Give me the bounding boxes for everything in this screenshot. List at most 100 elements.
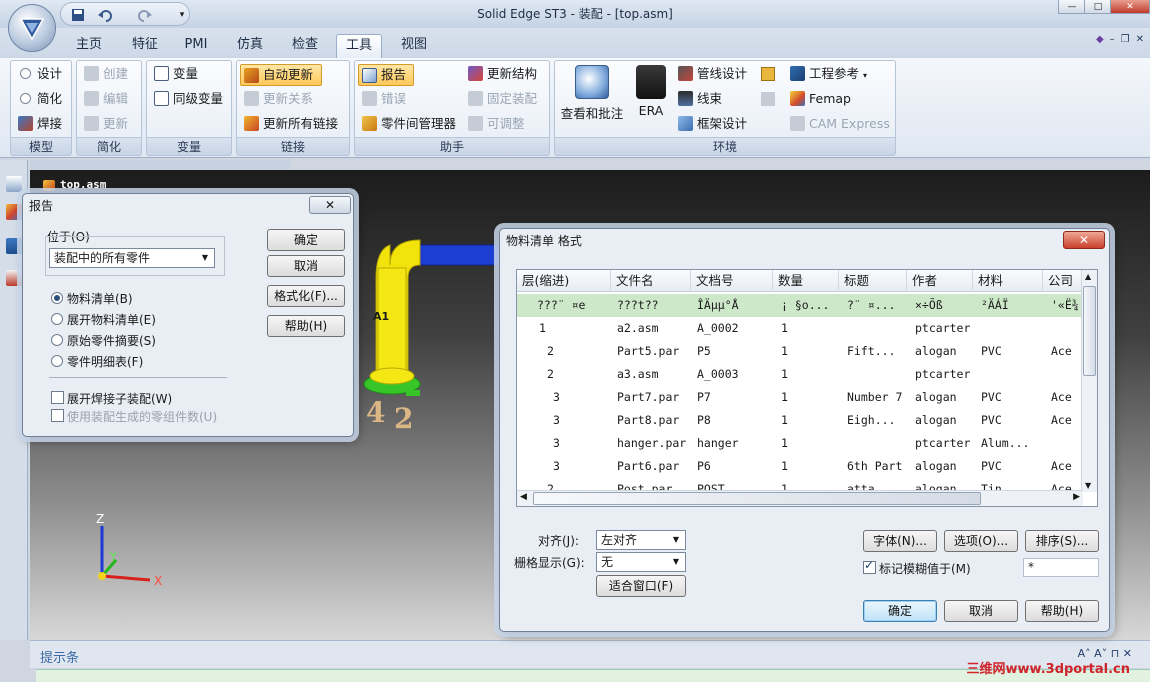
- col-author[interactable]: 作者: [907, 270, 973, 292]
- engineering-reference-button[interactable]: 工程参考 ▾: [787, 63, 867, 85]
- adjustable-button[interactable]: 可调整: [465, 113, 525, 135]
- hscroll-thumb[interactable]: [533, 492, 981, 505]
- col-docnumber[interactable]: 文档号: [691, 270, 773, 292]
- feature-library-icon[interactable]: [6, 270, 22, 286]
- scroll-right-icon[interactable]: ▶: [1073, 492, 1080, 502]
- layers-icon[interactable]: [6, 204, 22, 220]
- parts-library-icon[interactable]: [6, 238, 22, 254]
- grid-select[interactable]: 无 ▼: [596, 552, 686, 572]
- align-select[interactable]: 左对齐 ▼: [596, 530, 686, 550]
- maximize-button[interactable]: □: [1084, 0, 1112, 14]
- table-row[interactable]: 3 Part6.par P6 1 6th Part alogan PVC Ace: [517, 455, 1083, 478]
- doc-restore-button[interactable]: ❐: [1121, 34, 1130, 45]
- engineering-reference-icon: [790, 66, 805, 81]
- vscroll-thumb[interactable]: [1083, 286, 1096, 376]
- col-level[interactable]: 层(缩进): [517, 270, 611, 292]
- tab-home[interactable]: 主页: [66, 34, 112, 58]
- use-generated-count-checkbox[interactable]: 使用装配生成的零组件数(U): [51, 408, 217, 425]
- bom-grid[interactable]: 层(缩进) 文件名 文档号 数量 标题 作者 材料 公司 ???¨ ¤e ???t…: [516, 269, 1098, 507]
- table-row[interactable]: 2 Part5.par P5 1 Fift... alogan PVC Ace: [517, 340, 1083, 363]
- scroll-down-icon[interactable]: ▼: [1085, 481, 1091, 490]
- col-quantity[interactable]: 数量: [773, 270, 839, 292]
- radio-atomic-parts[interactable]: 原始零件摘要(S): [51, 332, 156, 349]
- update-relations-button[interactable]: 更新关系: [241, 88, 313, 110]
- bom-help-button[interactable]: 帮助(H): [1025, 600, 1099, 622]
- errors-button[interactable]: 错误: [359, 88, 406, 110]
- report-cancel-button[interactable]: 取消: [267, 255, 345, 277]
- report-ok-button[interactable]: 确定: [267, 229, 345, 251]
- tab-inspect[interactable]: 检查: [282, 34, 328, 58]
- mark-fuzzy-checkbox[interactable]: 标记模糊值于(M): [863, 558, 971, 577]
- report-help-button[interactable]: 帮助(H): [267, 315, 345, 337]
- bom-horizontal-scrollbar[interactable]: ◀ ▶: [517, 490, 1083, 506]
- review-markup-button[interactable]: 查看和批注: [557, 65, 627, 122]
- simplify-radio[interactable]: 简化: [15, 88, 62, 110]
- doc-close-button[interactable]: ✕: [1136, 34, 1144, 45]
- create-button[interactable]: 创建: [81, 63, 128, 85]
- col-filename[interactable]: 文件名: [611, 270, 691, 292]
- application-button[interactable]: [8, 4, 56, 52]
- radio-parts-list[interactable]: 零件明细表(F): [51, 353, 143, 370]
- bom-ok-button[interactable]: 确定: [863, 600, 937, 622]
- piping-icon: [678, 66, 693, 81]
- engineering-reference-label: 工程参考: [809, 66, 860, 81]
- table-row[interactable]: 3 Part8.par P8 1 Eigh... alogan PVC Ace: [517, 409, 1083, 432]
- bom-vertical-scrollbar[interactable]: ▲ ▼: [1081, 270, 1097, 492]
- options-button[interactable]: 选项(O)...: [944, 530, 1018, 552]
- close-window-button[interactable]: ✕: [1110, 0, 1150, 14]
- doc-minimize-button[interactable]: –: [1110, 34, 1115, 45]
- expand-weldment-checkbox[interactable]: 展开焊接子装配(W): [51, 390, 172, 407]
- table-row[interactable]: 2 a3.asm A_0003 1 ptcarter: [517, 363, 1083, 386]
- report-dialog-close-button[interactable]: ✕: [309, 196, 351, 214]
- bom-cancel-button[interactable]: 取消: [944, 600, 1018, 622]
- small-tool-icon[interactable]: [761, 67, 775, 81]
- table-row[interactable]: 1 a2.asm A_0002 1 ptcarter: [517, 317, 1083, 340]
- location-select[interactable]: 装配中的所有零件 ▼: [49, 248, 215, 268]
- radio-exploded-bom[interactable]: 展开物料清单(E): [51, 311, 156, 328]
- scroll-up-icon[interactable]: ▲: [1085, 272, 1091, 281]
- fix-assembly-button[interactable]: 固定装配: [465, 88, 537, 110]
- col-title[interactable]: 标题: [839, 270, 907, 292]
- scroll-left-icon[interactable]: ◀: [520, 492, 527, 502]
- update-all-links-button[interactable]: 更新所有链接: [241, 113, 338, 135]
- help-diamond-icon[interactable]: ◆: [1096, 34, 1104, 45]
- sort-button[interactable]: 排序(S)...: [1025, 530, 1099, 552]
- col-company[interactable]: 公司: [1043, 270, 1083, 292]
- era-button[interactable]: ERA: [631, 65, 671, 118]
- table-row[interactable]: 3 hanger.par hanger 1 ptcarter Alum...: [517, 432, 1083, 455]
- tab-simulation[interactable]: 仿真: [228, 34, 272, 58]
- update-structure-button[interactable]: 更新结构: [465, 63, 537, 85]
- prompt-bar-label: 提示条: [40, 651, 80, 666]
- col-material[interactable]: 材料: [973, 270, 1043, 292]
- cam-express-button[interactable]: CAM Express: [787, 113, 890, 135]
- edit-button[interactable]: 编辑: [81, 88, 128, 110]
- weld-button[interactable]: 焊接: [15, 113, 62, 135]
- group-environment: 查看和批注 ERA 管线设计 线束 框架设计 工程参考 ▾ Femap CAM …: [554, 60, 896, 156]
- font-button[interactable]: 字体(N)...: [863, 530, 937, 552]
- interpart-manager-button[interactable]: 零件间管理器: [359, 113, 456, 135]
- fuzzy-value-input[interactable]: *: [1023, 558, 1099, 577]
- femap-button[interactable]: Femap: [787, 88, 851, 110]
- frame-design-button[interactable]: 框架设计: [675, 113, 747, 135]
- table-row[interactable]: ???¨ ¤e ???t?? ÎÄµµ°Å ¡ §o... ?¨ ¤... ×÷Õß ²ÄÁ…: [517, 294, 1083, 317]
- pathfinder-icon[interactable]: [6, 176, 22, 192]
- tab-view[interactable]: 视图: [392, 34, 436, 58]
- harness-button[interactable]: 线束: [675, 88, 722, 110]
- design-radio[interactable]: 设计: [15, 63, 62, 85]
- minimize-button[interactable]: —: [1058, 0, 1086, 14]
- fit-window-button[interactable]: 适合窗口(F): [596, 575, 686, 597]
- auto-update-button[interactable]: 自动更新: [240, 64, 322, 86]
- report-button[interactable]: 报告: [358, 64, 414, 86]
- table-row[interactable]: 3 Part7.par P7 1 Number 7 alogan PVC Ace: [517, 386, 1083, 409]
- bom-dialog-close-button[interactable]: ✕: [1063, 231, 1105, 249]
- update-button[interactable]: 更新: [81, 113, 128, 135]
- tab-features[interactable]: 特征: [122, 34, 168, 58]
- tab-tools[interactable]: 工具: [336, 34, 382, 58]
- tab-pmi[interactable]: PMI: [176, 34, 216, 58]
- peer-variables-button[interactable]: 同级变量: [151, 88, 223, 110]
- document-tab-top-asm[interactable]: top.asm: [40, 178, 114, 194]
- piping-design-button[interactable]: 管线设计: [675, 63, 747, 85]
- report-format-button[interactable]: 格式化(F)...: [267, 285, 345, 307]
- radio-bom[interactable]: 物料清单(B): [51, 290, 133, 307]
- variables-button[interactable]: 变量: [151, 63, 198, 85]
